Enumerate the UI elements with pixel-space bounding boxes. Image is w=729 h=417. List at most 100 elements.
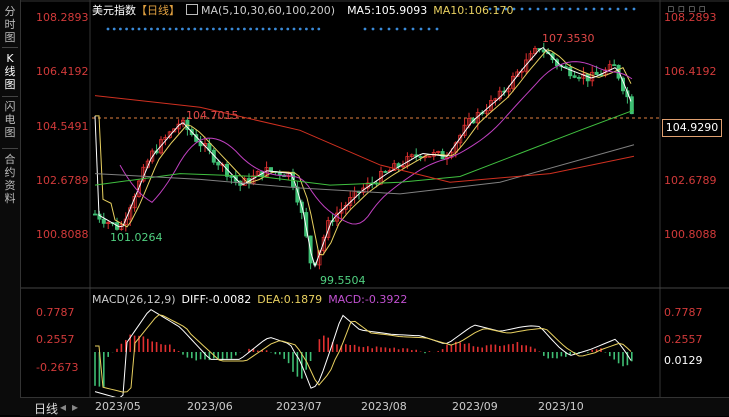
price-axis-label: 100.8088	[36, 228, 89, 241]
macd-value: MACD:-0.3922	[328, 293, 408, 306]
signal-dot	[298, 27, 302, 31]
signal-dot	[305, 27, 308, 31]
signal-dot	[600, 7, 604, 11]
signal-dot	[292, 27, 296, 31]
ma30-line	[119, 61, 633, 225]
macd-header: MACD(26,12,9) DIFF:-0.0082 DEA:0.1879 MACD:…	[92, 293, 413, 306]
signal-dot	[218, 27, 222, 31]
signal-dot	[236, 27, 240, 31]
signal-dot	[403, 27, 407, 31]
signal-dot	[419, 27, 423, 31]
signal-dot	[632, 7, 636, 11]
scroll-right-icon[interactable]: ▸	[72, 400, 78, 414]
macd-axis-label-right: 0.2557	[664, 333, 703, 346]
macd-axis-label: -0.2673	[36, 361, 79, 374]
sidebar-tab-kline[interactable]: K线图	[2, 52, 18, 91]
signal-dot	[199, 27, 203, 31]
signal-dot	[125, 27, 128, 31]
signal-dot	[592, 7, 596, 11]
ma5-value: MA5:105.9093	[347, 4, 428, 17]
signal-dot	[387, 27, 391, 31]
x-axis-label: 2023/08	[361, 400, 407, 413]
signal-dot	[243, 27, 246, 31]
signal-dot	[363, 27, 367, 31]
signal-dot	[249, 27, 253, 31]
price-axis-label: 106.4192	[36, 65, 89, 78]
high-annotation: 107.3530	[542, 32, 595, 45]
signal-dot	[106, 27, 110, 31]
signal-dot	[156, 27, 160, 31]
macd-dea: DEA:0.1879	[257, 293, 323, 306]
period-selector[interactable]: 日线	[34, 400, 58, 417]
x-axis-label: 2023/06	[187, 400, 233, 413]
signal-dot	[584, 7, 588, 11]
signal-dot	[528, 7, 532, 11]
signal-dot	[131, 27, 135, 31]
signal-dot	[150, 27, 153, 31]
signal-dot	[137, 27, 141, 31]
sidebar-tab-timeshare[interactable]: 分时图	[2, 5, 18, 44]
signal-dot	[255, 27, 259, 31]
scroll-left-icon[interactable]: ◂	[60, 400, 66, 414]
sidebar-divider	[2, 148, 18, 149]
price-axis-label: 104.5491	[36, 120, 89, 133]
sidebar-divider	[2, 96, 18, 97]
signal-dot	[119, 27, 122, 31]
x-axis-label: 2023/07	[276, 400, 322, 413]
signal-dot	[174, 27, 178, 31]
signal-dot	[536, 7, 540, 11]
signal-dot	[624, 7, 628, 11]
ma-label: MA(5,10,30,60,100,200)	[186, 4, 341, 17]
macd-axis-label-right: 0.0129	[664, 354, 703, 367]
signal-dot	[168, 27, 172, 31]
price-axis-label-right: 108.2893	[664, 11, 717, 24]
signal-dot	[435, 27, 439, 31]
signal-dot	[544, 7, 548, 11]
price-axis-label-right: 106.4192	[664, 65, 717, 78]
ma5-line	[94, 46, 632, 268]
price-axis-label: 102.6789	[36, 174, 89, 187]
price-axis-label-right: 102.6789	[664, 174, 717, 187]
chart-header: 美元指数【日线】 MA(5,10,30,60,100,200) MA5:105.90…	[92, 2, 520, 18]
x-axis-label: 2023/10	[538, 400, 584, 413]
ma10-value: MA10:106.170	[433, 4, 514, 17]
current-price-marker: 104.9290	[662, 119, 722, 137]
signal-dot	[616, 7, 620, 11]
candle-body	[577, 77, 582, 79]
macd-axis-label-right: 0.7787	[664, 306, 703, 319]
candle-body	[572, 75, 577, 78]
signal-dot	[317, 27, 321, 31]
candle-body	[568, 66, 573, 77]
candle-body	[101, 218, 106, 224]
macd-diff: DIFF:-0.0082	[181, 293, 252, 306]
macd-label: MACD(26,12,9)	[92, 293, 176, 306]
ma-settings-icon[interactable]	[186, 4, 198, 15]
signal-dot	[224, 27, 228, 31]
signal-dot	[395, 27, 399, 31]
signal-dot	[371, 27, 375, 31]
candle-body	[612, 64, 617, 67]
candle-body	[93, 213, 98, 216]
signal-dot	[187, 27, 191, 31]
period-label[interactable]: 【日线】	[136, 4, 180, 17]
signal-dot	[568, 7, 572, 11]
ma60-line	[94, 109, 635, 186]
signal-dot	[576, 7, 580, 11]
macd-axis-label: 0.2557	[36, 333, 75, 346]
candle-body	[594, 71, 599, 75]
ma10-line	[95, 49, 632, 256]
macd-diff-line	[94, 308, 632, 399]
signal-dot	[411, 27, 415, 31]
signal-dot	[162, 27, 166, 31]
signal-dot	[212, 27, 215, 31]
sidebar-tab-lightning[interactable]: 闪电图	[2, 100, 18, 139]
signal-dot	[560, 7, 564, 11]
signal-dot	[230, 27, 234, 31]
signal-dot	[280, 27, 283, 31]
signal-dot	[520, 7, 524, 11]
sidebar-tab-contract-info[interactable]: 合约资料	[2, 153, 18, 205]
signal-dot	[267, 27, 271, 31]
signal-dot	[311, 27, 314, 31]
macd-dea-line	[95, 314, 632, 393]
signal-dot	[379, 27, 383, 31]
